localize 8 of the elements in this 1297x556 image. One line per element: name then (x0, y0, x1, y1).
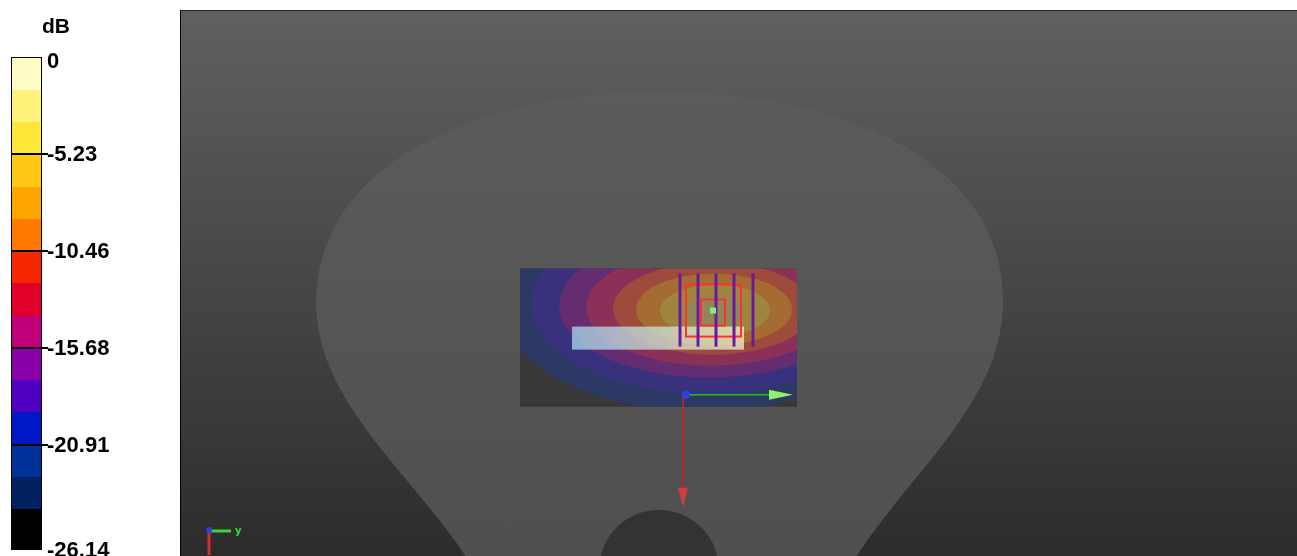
axis-triad-drawing (206, 526, 231, 555)
axis-label: y (235, 524, 242, 536)
unit-label: dB (42, 14, 70, 38)
scale-label: -20.91 (47, 433, 110, 456)
scale-label: 0 (47, 50, 60, 72)
scale-label: -5.23 (47, 142, 98, 165)
scale-label: -15.68 (47, 336, 110, 359)
scale-label: -10.46 (47, 239, 110, 262)
